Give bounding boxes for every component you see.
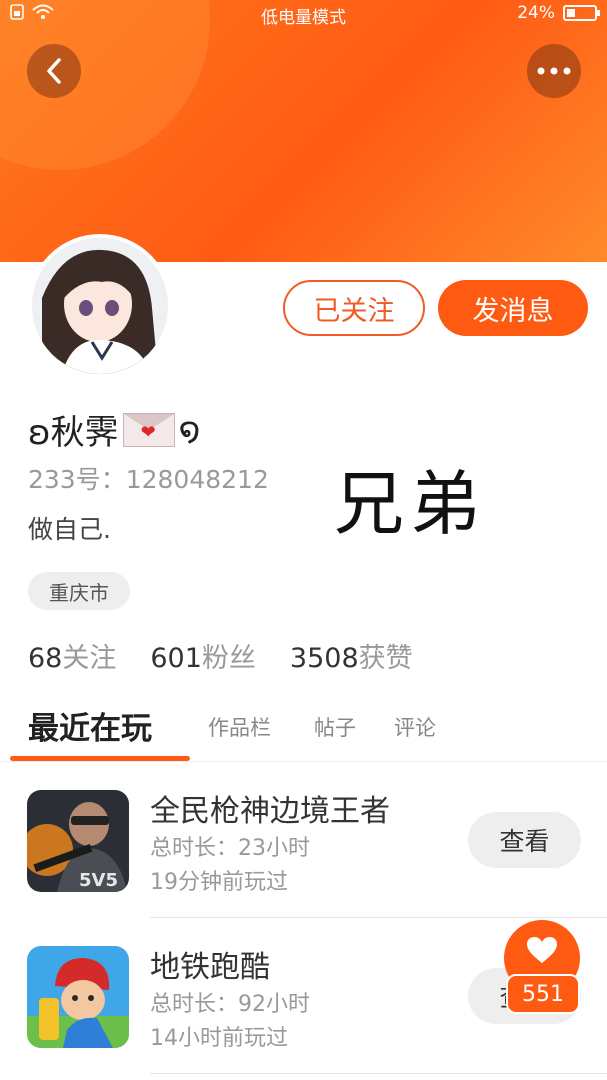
header-banner bbox=[0, 0, 607, 262]
back-button[interactable] bbox=[27, 44, 81, 98]
user-name-suffix: ໑ bbox=[178, 409, 201, 450]
game-icon: 5V5 bbox=[27, 790, 129, 892]
status-bar: 低电量模式 24% bbox=[0, 0, 607, 30]
stat-following[interactable]: 68关注 bbox=[28, 636, 116, 675]
user-name-text: ʚ秋霁 bbox=[28, 413, 119, 453]
last-played: 14小时前玩过 bbox=[150, 1026, 288, 1051]
active-tab-indicator bbox=[10, 756, 190, 761]
user-bio: 做自己. bbox=[28, 515, 111, 544]
play-duration: 总时长：23小时 bbox=[150, 836, 310, 861]
send-message-button[interactable]: 发消息 bbox=[438, 280, 588, 336]
game-title: 地铁跑酷 bbox=[150, 950, 270, 985]
love-letter-icon: ❤ bbox=[122, 412, 175, 447]
tab-recent-play[interactable]: 最近在玩 bbox=[28, 702, 152, 748]
game-icon bbox=[27, 946, 129, 1048]
profile-page: 低电量模式 24% 已关注 发消息 ʚ秋霁 ❤ ໑ 233号：128048212… bbox=[0, 0, 607, 1080]
like-count: 551 bbox=[506, 974, 580, 1014]
handwritten-overlay-text: 兄弟 bbox=[334, 463, 486, 545]
user-id: 233号：128048212 bbox=[28, 465, 269, 494]
heart-icon bbox=[527, 937, 557, 963]
divider bbox=[150, 1073, 607, 1074]
view-button[interactable]: 查看 bbox=[468, 812, 581, 868]
tab-posts[interactable]: 帖子 bbox=[314, 704, 356, 750]
stats-row: 68关注 601粉丝 3508获赞 bbox=[28, 636, 413, 675]
location-tag: 重庆市 bbox=[28, 572, 130, 610]
battery-icon bbox=[563, 5, 600, 21]
stat-likes[interactable]: 3508获赞 bbox=[290, 636, 413, 675]
stat-followers[interactable]: 601粉丝 bbox=[150, 636, 256, 675]
last-played: 19分钟前玩过 bbox=[150, 870, 288, 895]
list-item[interactable]: 5V5 全民枪神边境王者 总时长：23小时 19分钟前玩过 查看 bbox=[0, 762, 607, 918]
tab-works[interactable]: 作品栏 bbox=[208, 704, 271, 750]
profile-tabs: 最近在玩 作品栏 帖子 评论 bbox=[0, 700, 607, 762]
avatar[interactable] bbox=[28, 234, 172, 378]
chevron-left-icon bbox=[47, 58, 61, 84]
svg-text:5V5: 5V5 bbox=[79, 870, 118, 891]
play-duration: 总时长：92小时 bbox=[150, 992, 310, 1017]
followed-button[interactable]: 已关注 bbox=[283, 280, 425, 336]
status-mode: 低电量模式 bbox=[261, 8, 346, 28]
avatar-image bbox=[32, 238, 168, 374]
battery-percent: 24% bbox=[517, 3, 555, 23]
more-dots-icon bbox=[537, 67, 571, 75]
game-title: 全民枪神边境王者 bbox=[150, 794, 390, 829]
tab-comments[interactable]: 评论 bbox=[394, 704, 436, 750]
more-button[interactable] bbox=[527, 44, 581, 98]
user-name: ʚ秋霁 ❤ ໑ bbox=[28, 405, 200, 454]
